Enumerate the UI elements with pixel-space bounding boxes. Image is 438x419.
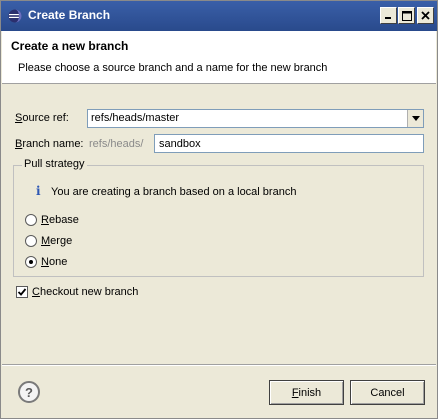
branch-name-prefix: refs/heads/ (89, 138, 144, 150)
header-subtitle: Please choose a source branch and a name… (18, 62, 328, 74)
minimize-icon (385, 17, 391, 19)
radio-rebase-label-rest: ebase (48, 214, 79, 226)
radio-merge-label-rest: erge (50, 235, 73, 247)
source-ref-combo[interactable]: refs/heads/master (87, 109, 424, 128)
close-icon (421, 11, 430, 20)
chevron-down-icon (411, 116, 420, 121)
checkout-checkbox[interactable] (16, 286, 28, 298)
title-bar[interactable]: Create Branch (1, 1, 437, 31)
checkout-label[interactable]: Checkout new branch (32, 286, 138, 298)
eclipse-app-icon (8, 9, 22, 23)
radio-merge[interactable] (25, 235, 37, 247)
finish-label-rest: inish (298, 386, 322, 399)
maximize-button[interactable] (398, 7, 415, 24)
radio-rebase-mnemonic: R (41, 214, 49, 226)
source-ref-dropdown-button[interactable] (407, 110, 423, 127)
radio-none-label-rest: one (48, 256, 68, 268)
finish-button[interactable]: Finish (269, 380, 344, 405)
radio-none-mnemonic: N (41, 256, 49, 268)
info-icon: i (36, 184, 41, 198)
radio-merge-mnemonic: M (41, 235, 51, 247)
radio-rebase[interactable] (25, 214, 37, 226)
header-title: Create a new branch (11, 39, 129, 53)
source-ref-label: Source ref: (15, 112, 69, 124)
checkout-mnemonic: C (32, 286, 40, 298)
create-branch-dialog: Create Branch Create a new branch Please… (0, 0, 438, 419)
branch-name-label-rest: ranch name: (22, 138, 84, 150)
pull-strategy-legend: Pull strategy (22, 158, 87, 170)
window-title: Create Branch (28, 8, 111, 22)
source-ref-value: refs/heads/master (91, 112, 180, 124)
pull-strategy-info: You are creating a branch based on a loc… (51, 186, 297, 198)
dialog-header: Create a new branch Please choose a sour… (2, 31, 436, 84)
help-button[interactable]: ? (18, 381, 40, 403)
finish-mnemonic: F (291, 386, 299, 399)
radio-merge-label[interactable]: Merge (41, 235, 72, 247)
maximize-icon (401, 10, 412, 21)
radio-rebase-label[interactable]: Rebase (41, 214, 79, 226)
checkmark-icon (17, 288, 27, 296)
help-icon: ? (25, 384, 33, 400)
radio-none-label[interactable]: None (41, 256, 67, 268)
footer-separator (2, 364, 436, 366)
minimize-button[interactable] (380, 7, 397, 24)
close-button[interactable] (417, 7, 434, 24)
branch-name-input[interactable] (154, 134, 424, 153)
radio-none[interactable] (25, 256, 37, 268)
checkout-label-rest: heckout new branch (39, 286, 139, 298)
branch-name-label: Branch name: (15, 138, 84, 150)
source-ref-label-rest: ource ref: (22, 112, 69, 124)
cancel-button[interactable]: Cancel (350, 380, 425, 405)
radio-selected-dot (29, 260, 33, 264)
